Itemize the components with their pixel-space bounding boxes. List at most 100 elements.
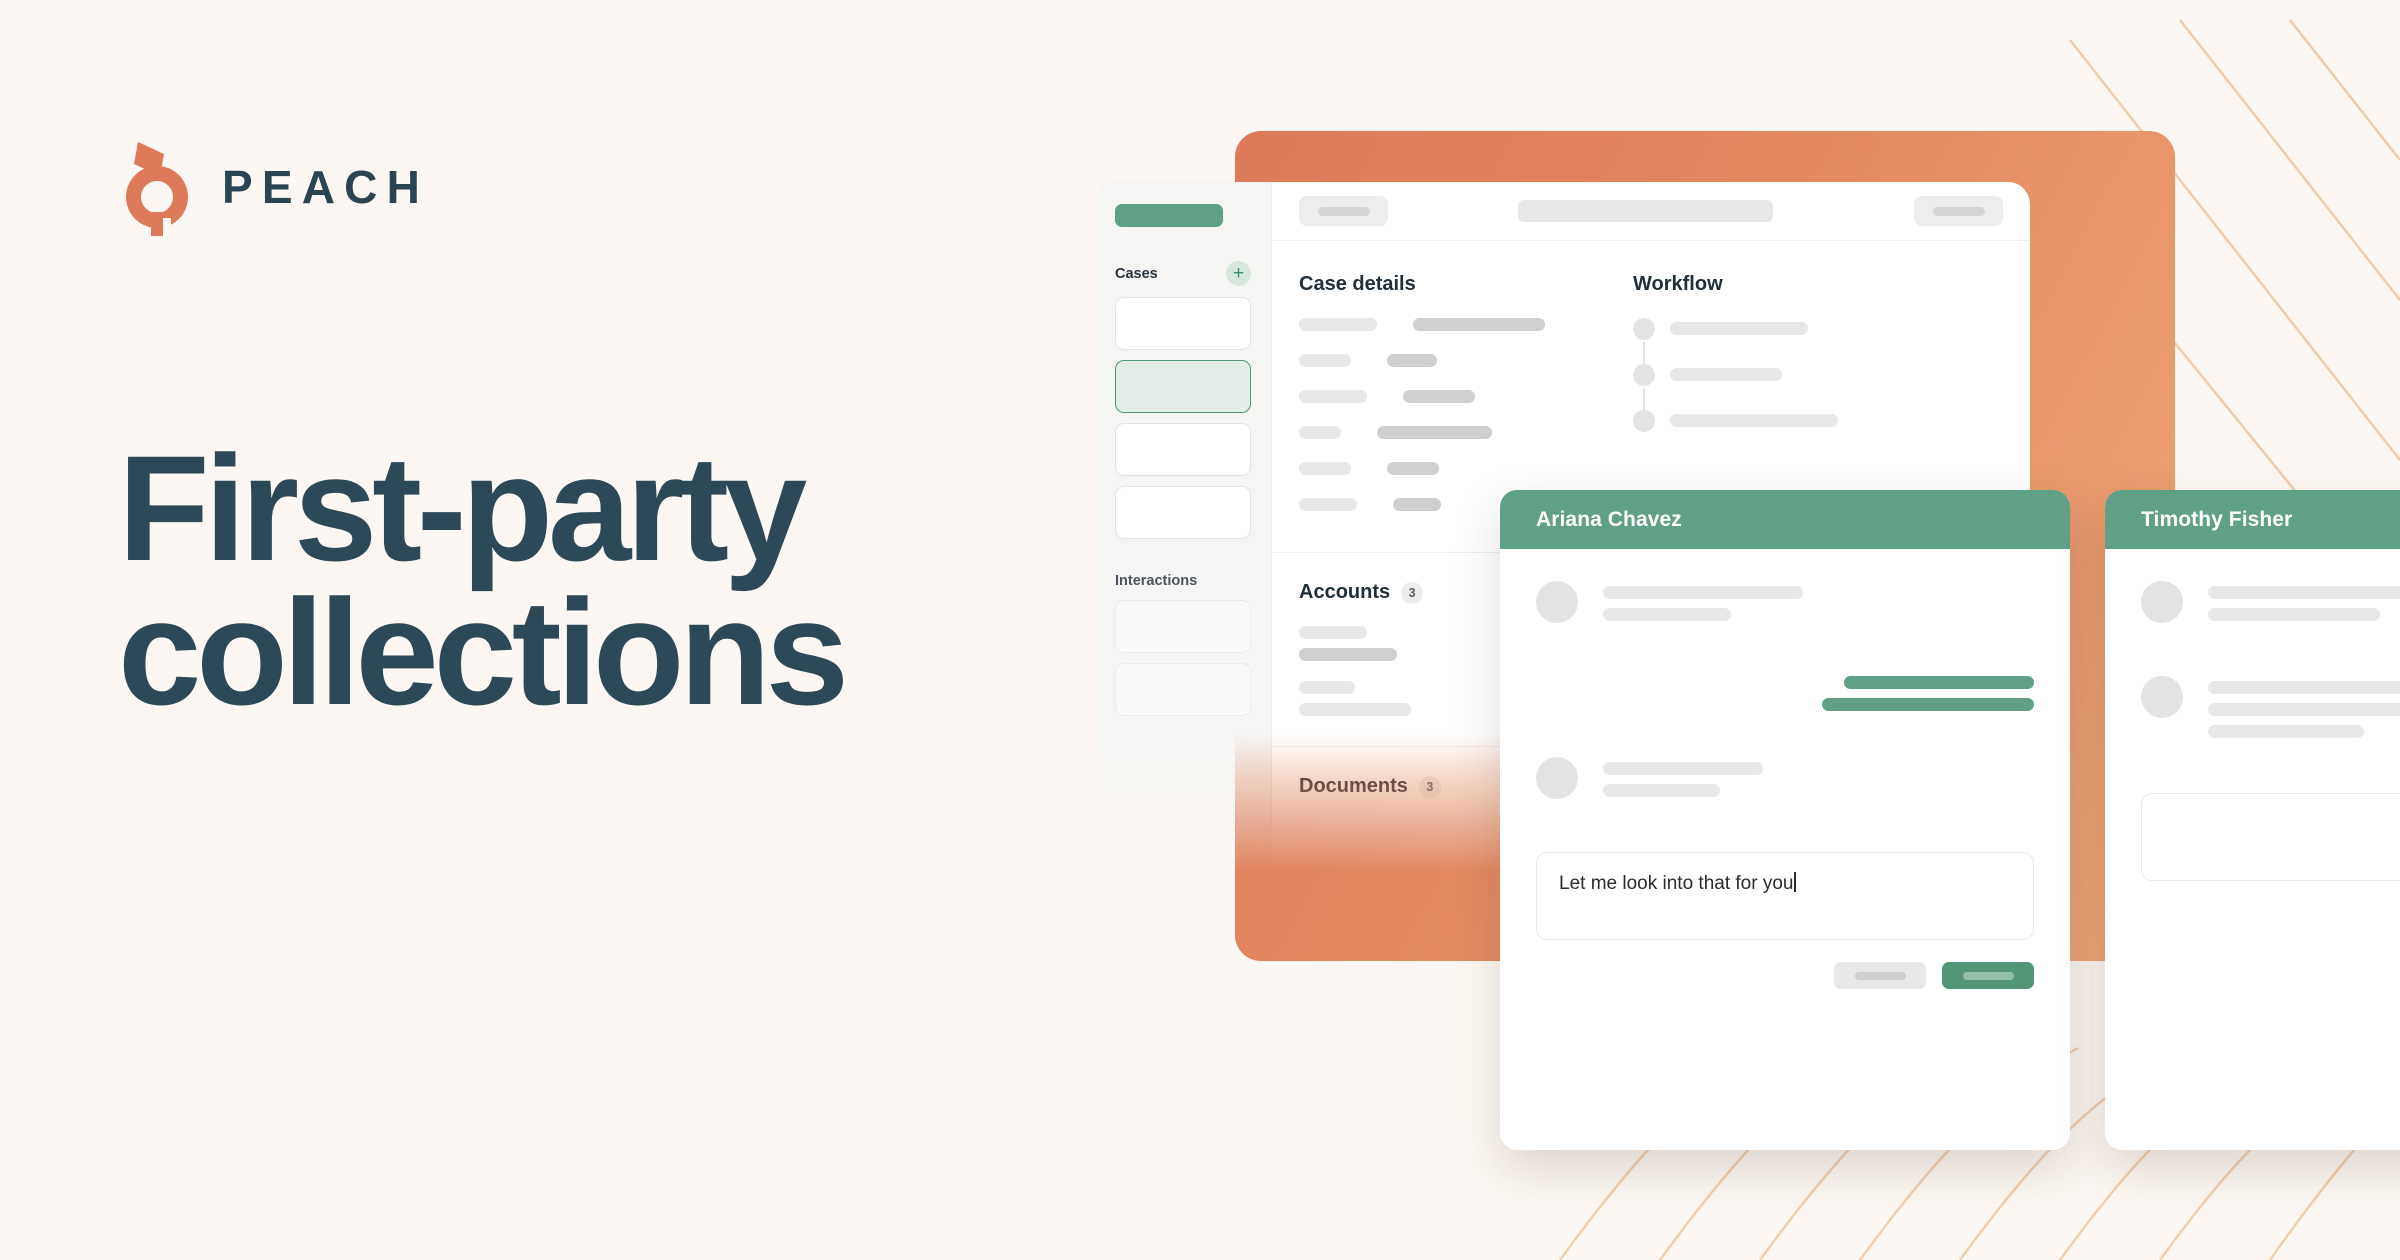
account-value-skeleton bbox=[1299, 648, 1397, 661]
documents-title: Documents bbox=[1299, 775, 1408, 797]
chat-message-incoming bbox=[2141, 581, 2400, 630]
message-skeleton-lines bbox=[1603, 581, 2034, 630]
message-composer-input[interactable]: Let me look into that for you bbox=[1536, 852, 2034, 940]
chat-message-incoming bbox=[1536, 581, 2034, 630]
detail-value-skeleton bbox=[1393, 498, 1441, 511]
send-button[interactable] bbox=[1942, 962, 2034, 989]
peach-ring-logo-icon bbox=[118, 140, 196, 236]
avatar bbox=[1536, 757, 1578, 799]
topbar-right-button[interactable] bbox=[1914, 196, 2003, 226]
detail-row bbox=[1299, 462, 1599, 475]
chat-header: Ariana Chavez bbox=[1500, 490, 2070, 549]
button-label-placeholder bbox=[1317, 206, 1370, 216]
case-list-item[interactable] bbox=[1115, 423, 1251, 476]
workflow-step-skeleton bbox=[1670, 322, 1808, 335]
message-composer-input[interactable] bbox=[2141, 793, 2400, 881]
message-line-skeleton bbox=[1844, 676, 2034, 689]
detail-label-skeleton bbox=[1299, 318, 1377, 331]
interaction-list-item[interactable] bbox=[1115, 663, 1251, 716]
avatar bbox=[2141, 581, 2183, 623]
case-list-item[interactable] bbox=[1115, 486, 1251, 539]
add-case-button[interactable]: + bbox=[1226, 261, 1251, 286]
message-line-skeleton bbox=[1603, 608, 1731, 621]
chat-header: Timothy Fisher bbox=[2105, 490, 2400, 549]
workflow-node-icon bbox=[1633, 318, 1655, 340]
account-label-skeleton bbox=[1299, 626, 1367, 639]
plus-icon: + bbox=[1232, 263, 1245, 284]
workflow-node-icon bbox=[1633, 410, 1655, 432]
sidebar-section-label-interactions: Interactions bbox=[1115, 573, 1198, 589]
text-cursor bbox=[1794, 872, 1796, 892]
workflow-step bbox=[1633, 318, 1863, 368]
message-line-skeleton bbox=[2208, 725, 2364, 738]
product-mockup: Cases + Interactions Case details Workfl… bbox=[1095, 120, 2400, 1260]
message-line-skeleton bbox=[1603, 586, 1803, 599]
chat-card-timothy-fisher: Timothy Fisher bbox=[2105, 490, 2400, 1150]
button-label-placeholder bbox=[1932, 206, 1985, 216]
message-line-skeleton bbox=[1822, 698, 2034, 711]
app-sidebar: Cases + Interactions bbox=[1095, 182, 1272, 872]
detail-label-skeleton bbox=[1299, 426, 1341, 439]
chat-contact-name: Timothy Fisher bbox=[2141, 507, 2293, 531]
sidebar-section-cases: Cases + bbox=[1115, 261, 1251, 539]
detail-row bbox=[1299, 390, 1599, 403]
detail-label-skeleton bbox=[1299, 390, 1367, 403]
accounts-title: Accounts bbox=[1299, 581, 1391, 603]
hero-block: PEACH First-party collections bbox=[118, 140, 1118, 825]
brand-logo: PEACH bbox=[118, 140, 1118, 236]
interaction-list-item[interactable] bbox=[1115, 600, 1251, 653]
message-line-skeleton bbox=[1603, 762, 1763, 775]
detail-value-skeleton bbox=[1413, 318, 1545, 331]
account-label-skeleton bbox=[1299, 681, 1355, 694]
detail-value-skeleton bbox=[1387, 462, 1439, 475]
app-topbar bbox=[1272, 182, 2030, 241]
chat-action-row bbox=[1500, 940, 2070, 989]
headline-line-2: collections bbox=[118, 568, 849, 736]
workflow-step bbox=[1633, 410, 1863, 432]
workflow-node-icon bbox=[1633, 364, 1655, 386]
case-list-item[interactable] bbox=[1115, 297, 1251, 350]
page-title: First-party collections bbox=[118, 433, 1118, 736]
chat-message-incoming bbox=[2141, 676, 2400, 747]
chat-message-list bbox=[2105, 549, 2400, 747]
chat-message-list bbox=[1500, 549, 2070, 806]
brand-wordmark: PEACH bbox=[222, 161, 430, 213]
detail-label-skeleton bbox=[1299, 498, 1357, 511]
message-line-skeleton bbox=[2208, 681, 2400, 694]
workflow-title: Workflow bbox=[1633, 273, 1723, 295]
sidebar-section-interactions: Interactions bbox=[1115, 573, 1251, 716]
sidebar-logo-placeholder bbox=[1115, 204, 1223, 227]
chat-action-row bbox=[2105, 881, 2400, 930]
accounts-count-badge: 3 bbox=[1401, 581, 1424, 604]
detail-row bbox=[1299, 354, 1599, 367]
sidebar-section-label-cases: Cases bbox=[1115, 265, 1158, 282]
topbar-left-button[interactable] bbox=[1299, 196, 1388, 226]
case-details-title: Case details bbox=[1299, 273, 1416, 295]
message-skeleton-lines bbox=[2208, 676, 2400, 747]
chat-message-incoming bbox=[1536, 757, 2034, 806]
chat-card-ariana-chavez: Ariana Chavez Let me look into that for … bbox=[1500, 490, 2070, 1150]
message-line-skeleton bbox=[1603, 784, 1720, 797]
chat-contact-name: Ariana Chavez bbox=[1536, 507, 1682, 531]
detail-label-skeleton bbox=[1299, 462, 1351, 475]
headline-line-1: First-party bbox=[118, 424, 807, 592]
search-input[interactable] bbox=[1518, 200, 1773, 222]
message-line-skeleton bbox=[2208, 586, 2400, 599]
case-list-item-selected[interactable] bbox=[1115, 360, 1251, 413]
avatar bbox=[2141, 676, 2183, 718]
message-skeleton-lines bbox=[2208, 581, 2400, 630]
documents-count-badge: 3 bbox=[1418, 775, 1441, 798]
workflow-step bbox=[1633, 364, 1863, 414]
account-value-skeleton bbox=[1299, 703, 1411, 716]
cancel-button[interactable] bbox=[1834, 962, 1926, 989]
composer-text: Let me look into that for you bbox=[1559, 873, 1794, 894]
workflow-step-skeleton bbox=[1670, 414, 1838, 427]
detail-value-skeleton bbox=[1403, 390, 1475, 403]
detail-row bbox=[1299, 426, 1599, 439]
workflow-step-skeleton bbox=[1670, 368, 1782, 381]
detail-label-skeleton bbox=[1299, 354, 1351, 367]
button-label-placeholder bbox=[1962, 971, 2014, 980]
message-line-skeleton bbox=[2208, 608, 2380, 621]
detail-value-skeleton bbox=[1377, 426, 1492, 439]
detail-row bbox=[1299, 318, 1599, 331]
